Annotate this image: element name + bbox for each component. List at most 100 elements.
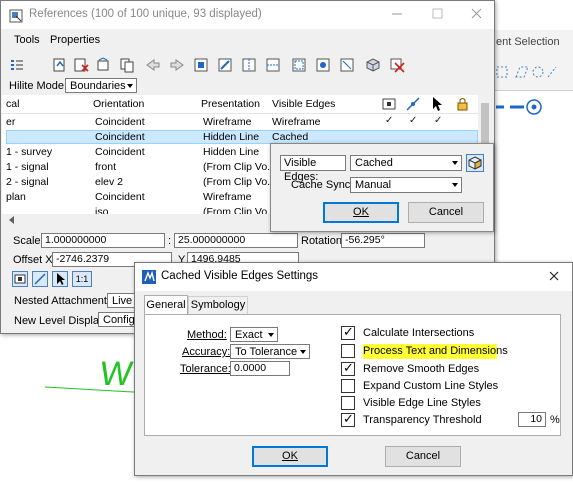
- scale-left-input[interactable]: 1.000000000: [41, 233, 165, 248]
- visible-edges-dropdown[interactable]: Cached: [350, 155, 462, 171]
- dialog-titlebar[interactable]: Cached Visible Edges Settings: [135, 263, 572, 291]
- cache-synch-dropdown[interactable]: Manual: [350, 177, 462, 193]
- mirror-v-icon: [266, 58, 280, 72]
- selection-shapes-icon: [496, 66, 557, 78]
- clip-mask-button[interactable]: [315, 57, 331, 73]
- checkmark-icon: ✓: [343, 324, 354, 339]
- reload-reference-button[interactable]: [95, 57, 111, 73]
- tolerance-input[interactable]: 0.0000: [230, 361, 290, 376]
- scrollbar-thumb[interactable]: [481, 103, 489, 143]
- ribbon-shape-tools[interactable]: [494, 64, 573, 80]
- dialog-cancel-button[interactable]: Cancel: [385, 446, 461, 467]
- copy-reference-button[interactable]: [169, 57, 185, 73]
- cell-orientation: Coincident: [95, 191, 145, 203]
- mirror-vertical-button[interactable]: [265, 57, 281, 73]
- column-header-orientation[interactable]: Orientation: [93, 98, 144, 110]
- references-titlebar[interactable]: References (100 of 100 unique, 93 displa…: [1, 1, 494, 29]
- snap-icon: [34, 273, 46, 285]
- general-tab-panel: Method: Exact Accuracy: To Tolerance Tol…: [144, 314, 561, 436]
- scroll-left-icon[interactable]: [8, 216, 16, 224]
- locate-column-icon[interactable]: [430, 96, 444, 112]
- display-toggle-button[interactable]: [12, 271, 28, 287]
- display-icon: [14, 274, 26, 284]
- lock-column-icon[interactable]: [454, 96, 470, 112]
- display-check[interactable]: ✓: [385, 115, 393, 126]
- tab-symbology[interactable]: Symbology: [188, 296, 248, 314]
- menu-tools[interactable]: Tools: [14, 34, 40, 46]
- move-reference-button[interactable]: [145, 57, 161, 73]
- dialog-ok-label: OK: [282, 450, 298, 462]
- transparency-threshold-checkbox[interactable]: ✓: [341, 411, 355, 427]
- remove-smooth-edges-checkbox[interactable]: ✓: [341, 360, 355, 376]
- cursor-arrow-icon: [57, 273, 65, 285]
- snap-check[interactable]: ✓: [409, 115, 417, 126]
- scale-right-input[interactable]: 25.000000000: [174, 233, 298, 248]
- calculate-intersections-checkbox[interactable]: ✓: [341, 324, 355, 340]
- visible-edge-line-styles-checkbox[interactable]: [341, 396, 355, 410]
- cell-presentation: Wireframe: [203, 191, 252, 203]
- hilite-mode-dropdown[interactable]: Boundaries: [65, 78, 137, 93]
- rotate-icon: [218, 58, 232, 72]
- maximize-button[interactable]: [427, 7, 447, 21]
- cached-visible-edges-dialog[interactable]: Cached Visible Edges Settings General Sy…: [134, 262, 573, 476]
- mirror-horizontal-button[interactable]: [241, 57, 257, 73]
- clip-boundary-icon: [292, 58, 306, 72]
- column-header-presentation[interactable]: Presentation: [201, 98, 260, 110]
- cell-name: er: [6, 116, 16, 128]
- cell-visible-edges: Wireframe: [272, 116, 321, 128]
- delete-clip-button[interactable]: [339, 57, 355, 73]
- view-3d-button[interactable]: [365, 57, 381, 73]
- accuracy-dropdown[interactable]: To Tolerance: [230, 344, 310, 359]
- cache-synch-value: Manual: [355, 179, 392, 191]
- canvas-text-w: W: [97, 355, 135, 393]
- expand-custom-line-styles-checkbox[interactable]: [341, 379, 355, 393]
- attach-icon: [53, 58, 65, 72]
- column-header-visible-edges[interactable]: Visible Edges: [272, 98, 335, 110]
- cube-icon: [366, 58, 380, 72]
- chevron-down-icon: [452, 183, 458, 187]
- close-button[interactable]: [467, 7, 487, 21]
- locate-check[interactable]: ✓: [434, 115, 442, 126]
- delete-clip-icon: [340, 58, 354, 72]
- rotation-label: Rotation: [301, 235, 342, 247]
- attach-reference-button[interactable]: [51, 57, 67, 73]
- list-menu-button[interactable]: [9, 57, 33, 73]
- accuracy-label: Accuracy:: [182, 346, 230, 358]
- detach-all-button[interactable]: [389, 57, 405, 73]
- transparency-threshold-input[interactable]: 10: [518, 412, 546, 427]
- offset-x-label: Offset X: [13, 254, 53, 266]
- snap-toggle-button[interactable]: [32, 271, 48, 287]
- column-header-name[interactable]: cal: [6, 98, 19, 110]
- popup-cancel-button[interactable]: Cancel: [408, 202, 484, 223]
- snap-column-icon[interactable]: [405, 96, 421, 112]
- popup-ok-button[interactable]: OK: [323, 202, 399, 223]
- tolerance-label: Tolerance:: [180, 363, 231, 375]
- nested-attachments-label: Nested Attachments:: [14, 295, 116, 307]
- chevron-down-icon: [127, 84, 133, 88]
- method-dropdown[interactable]: Exact: [230, 327, 278, 342]
- cached-settings-button[interactable]: [466, 154, 484, 172]
- dialog-close-button[interactable]: [545, 270, 563, 284]
- detach-reference-button[interactable]: [73, 57, 89, 73]
- ribbon-tool-row-2[interactable]: [494, 98, 573, 116]
- rotate-reference-button[interactable]: [217, 57, 233, 73]
- menu-properties[interactable]: Properties: [50, 34, 100, 46]
- scale-reference-button[interactable]: [193, 57, 209, 73]
- exchange-reference-button[interactable]: [119, 57, 135, 73]
- new-level-display-label: New Level Display:: [14, 315, 108, 327]
- locate-toggle-button[interactable]: [52, 271, 68, 287]
- true-scale-button[interactable]: 1:1: [72, 271, 92, 287]
- cell-presentation: (From Clip Vo...: [203, 176, 276, 188]
- transparency-threshold-label: Transparency Threshold: [363, 414, 482, 426]
- minimize-button[interactable]: [387, 7, 407, 21]
- detach-icon: [74, 58, 89, 72]
- visible-edges-popup[interactable]: Visible Edges: Cached Cache Synch: Manua…: [270, 143, 494, 232]
- clip-boundary-button[interactable]: [291, 57, 307, 73]
- tab-general[interactable]: General: [144, 295, 188, 315]
- rotation-input[interactable]: -56.295°: [341, 233, 425, 248]
- cell-presentation: Hidden Line: [203, 146, 260, 158]
- process-text-dimensions-checkbox[interactable]: [341, 344, 355, 358]
- display-column-icon[interactable]: [382, 97, 396, 111]
- dialog-ok-button[interactable]: OK: [252, 446, 328, 467]
- checkmark-icon: ✓: [343, 360, 354, 375]
